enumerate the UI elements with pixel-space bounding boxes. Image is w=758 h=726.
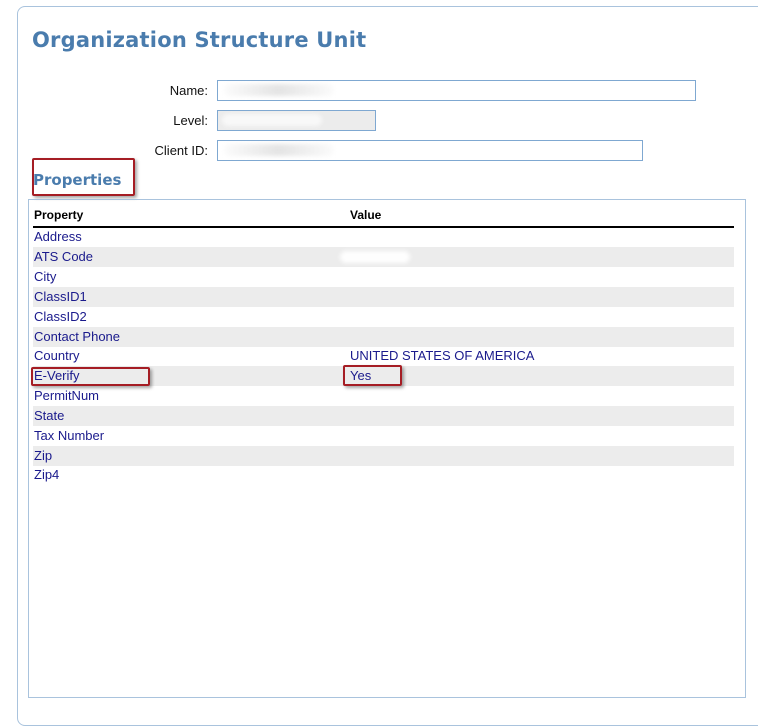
table-row[interactable]: Contact Phone: [33, 327, 734, 347]
property-cell: Tax Number: [34, 428, 105, 443]
table-row[interactable]: Country UNITED STATES OF AMERICA: [33, 346, 734, 366]
table-row[interactable]: Zip4: [33, 465, 734, 485]
property-cell: City: [34, 269, 57, 284]
property-cell: Zip4: [34, 467, 60, 482]
table-row[interactable]: PermitNum: [33, 386, 734, 406]
name-label: Name:: [169, 83, 208, 98]
annotation-box-e-verify: [31, 367, 150, 386]
property-cell: Zip: [34, 448, 53, 463]
redaction-blur: [224, 84, 334, 96]
property-cell: State: [34, 408, 65, 423]
property-cell: Country: [34, 348, 80, 363]
redaction-blur: [222, 114, 322, 126]
level-field: [217, 110, 376, 131]
property-cell: Contact Phone: [34, 329, 121, 344]
column-header-property: Property: [34, 208, 84, 222]
property-cell: ATS Code: [34, 249, 94, 264]
annotation-box-properties: [32, 158, 135, 196]
table-row[interactable]: Tax Number: [33, 426, 734, 446]
client-id-label: Client ID:: [154, 143, 208, 158]
table-row[interactable]: ClassID1: [33, 287, 734, 307]
property-cell: PermitNum: [34, 388, 100, 403]
column-header-value: Value: [350, 208, 382, 222]
redaction-blur: [224, 144, 334, 156]
table-row[interactable]: ClassID2: [33, 307, 734, 327]
table-row[interactable]: State: [33, 406, 734, 426]
value-cell: UNITED STATES OF AMERICA: [350, 348, 535, 363]
property-cell: ClassID2: [34, 309, 87, 324]
redaction-blur: [316, 232, 386, 244]
table-row[interactable]: City: [33, 267, 734, 287]
table-row[interactable]: Zip: [33, 446, 734, 466]
page-title: Organization Structure Unit: [32, 28, 367, 52]
name-field[interactable]: [217, 80, 696, 101]
property-cell: Address: [34, 229, 82, 244]
annotation-box-yes: [343, 365, 402, 386]
client-id-field[interactable]: [217, 140, 643, 161]
property-cell: ClassID1: [34, 289, 87, 304]
level-label: Level:: [173, 113, 208, 128]
redaction-blur: [340, 251, 410, 263]
